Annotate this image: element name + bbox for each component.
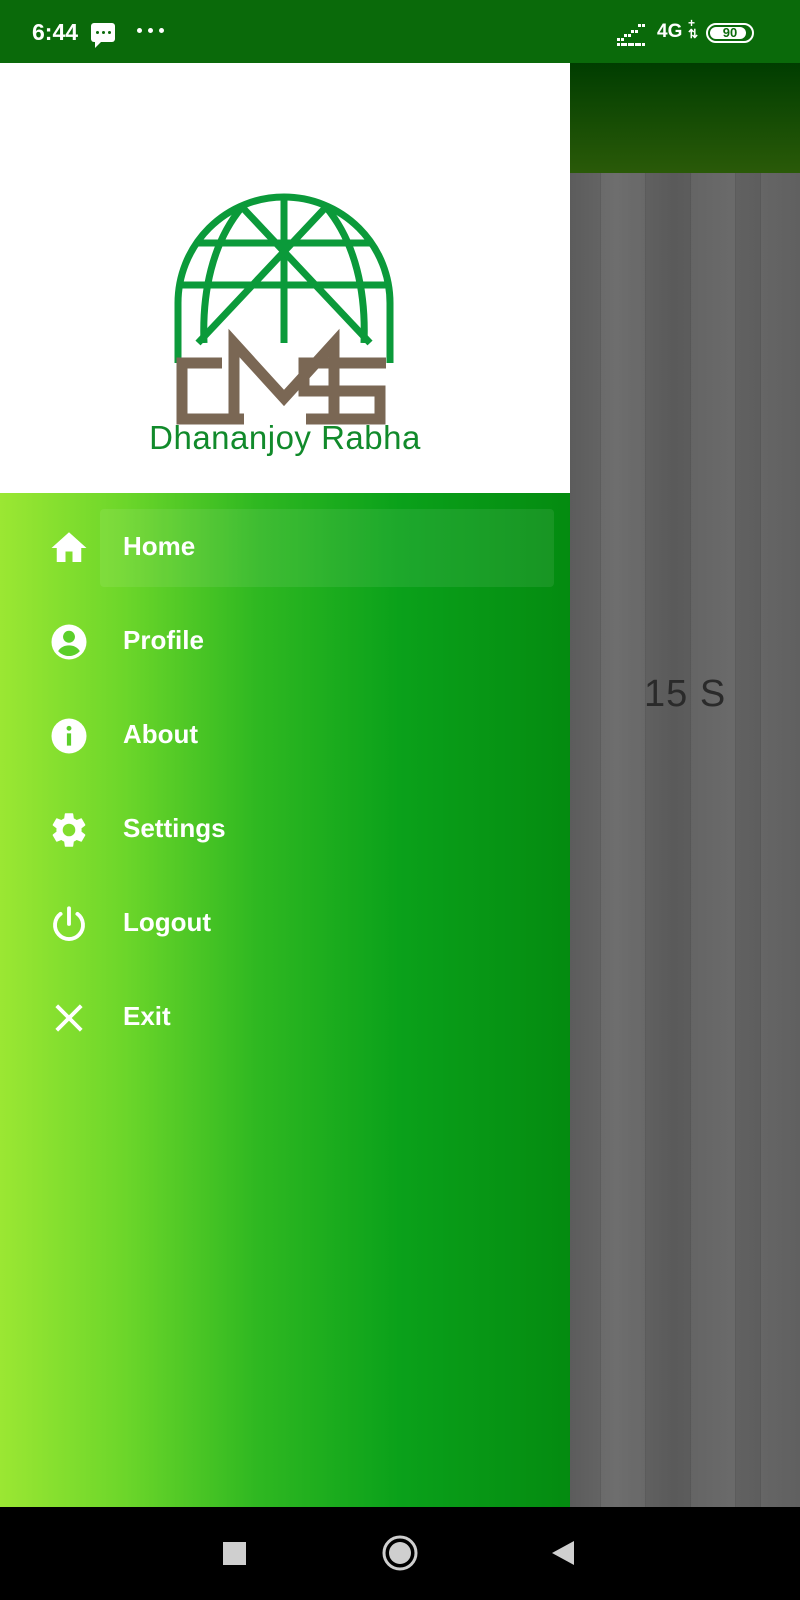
info-icon [51,718,87,754]
background-stalk [600,173,646,1507]
timer-text: 15 S [644,673,727,715]
message-icon [91,23,115,48]
navigation-drawer: Dhananjoy Rabha Home Profile About Setti… [0,63,570,1507]
background-toolbar [570,63,800,173]
power-icon [53,906,85,941]
network-type: 4G [657,21,683,42]
more-dots-icon [137,28,167,34]
status-time: 6:44 [32,19,79,45]
battery-level: 90 [722,25,738,40]
user-name: Dhananjoy Rabha [149,419,421,456]
menu-item-settings[interactable]: Settings [0,791,570,869]
menu-item-exit[interactable]: Exit [0,979,570,1057]
home-icon [51,532,87,562]
menu-item-label: Settings [123,813,226,843]
home-circle-icon [382,1535,418,1571]
signal-icon [617,24,647,46]
menu-item-logout[interactable]: Logout [0,885,570,963]
background-app[interactable]: 15 S [570,63,800,1507]
gear-icon [52,813,86,847]
navigation-bar [0,1507,800,1600]
back-button[interactable] [518,1507,608,1600]
menu-item-home[interactable]: Home [0,509,570,587]
background-stalk [690,173,736,1507]
drawer-menu: Home Profile About Settings Logout Exit [0,493,570,1507]
account-circle-icon [51,624,87,660]
menu-item-label: Profile [123,625,204,655]
menu-item-label: Home [123,531,196,561]
menu-item-label: About [123,719,199,749]
network-activity-icon: + ⇅ [688,16,699,41]
menu-item-label: Logout [123,907,212,937]
recent-apps-button[interactable] [189,1507,279,1600]
menu-item-profile[interactable]: Profile [0,603,570,681]
menu-item-about[interactable]: About [0,697,570,775]
battery-icon: 90 [706,23,754,43]
close-icon [55,1004,83,1032]
status-bar: 6:44 4G + ⇅ 90 [0,0,800,63]
back-icon [552,1541,574,1565]
home-button[interactable] [355,1507,445,1600]
menu-item-label: Exit [123,1001,171,1031]
background-stalk [760,173,800,1507]
drawer-header: Dhananjoy Rabha [0,63,570,493]
cms-logo [174,193,394,425]
recent-apps-icon [223,1542,246,1565]
